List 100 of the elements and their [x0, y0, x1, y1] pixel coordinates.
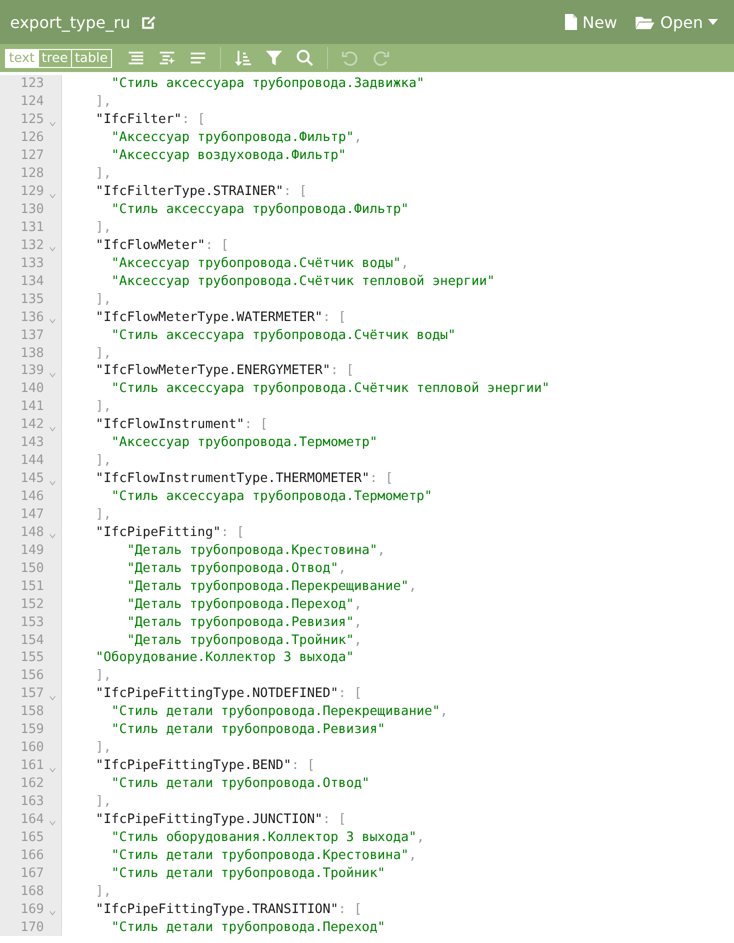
line-number: 128 — [20, 166, 44, 182]
line-number: 142 — [20, 417, 44, 432]
json-key: "IfcFilterType.STRAINER" — [96, 184, 284, 200]
line-number: 141 — [20, 399, 44, 414]
fold-toggle-icon[interactable] — [48, 426, 56, 432]
line-number: 148 — [20, 524, 44, 540]
json-string: "Деталь трубопровода.Ревизия" — [126, 614, 354, 630]
line-number: 138 — [20, 346, 44, 361]
line-number: 144 — [20, 453, 44, 468]
json-key: "IfcFilter" — [96, 112, 182, 128]
fold-toggle-icon[interactable] — [48, 694, 56, 701]
fold-toggle-icon[interactable] — [48, 766, 56, 773]
line-number: 143 — [20, 435, 44, 450]
json-string: "Деталь трубопровода.Переход" — [126, 596, 354, 612]
json-string: "Стиль детали трубопровода.Перекрещивание" — [111, 704, 440, 720]
json-punctuation: : [ — [322, 310, 346, 325]
line-number: 161 — [20, 758, 44, 774]
line-number: 146 — [20, 489, 44, 504]
json-string: "Аксессуар воздуховода.Фильтр" — [111, 148, 346, 164]
line-number: 127 — [20, 148, 44, 164]
line-number: 158 — [20, 704, 44, 720]
json-string: "Оборудование.Коллектор 3 выхода" — [96, 650, 354, 666]
json-string: "Стиль аксессуара трубопровода.Счётчик воды" — [111, 328, 456, 343]
json-punctuation: ], — [96, 668, 112, 684]
line-number: 125 — [20, 112, 44, 128]
edit-icon[interactable] — [140, 14, 158, 30]
json-punctuation: ], — [96, 399, 112, 414]
json-string: "Аксессуар трубопровода.Счётчик воды" — [111, 256, 401, 271]
line-number: 169 — [20, 902, 44, 917]
line-number: 168 — [20, 884, 44, 899]
fold-toggle-icon[interactable] — [48, 480, 56, 486]
json-punctuation: ], — [96, 884, 112, 899]
smart-format-icon[interactable] — [158, 49, 176, 67]
json-string: "Стиль детали трубопровода.Тройник" — [111, 866, 386, 881]
line-number: 155 — [20, 650, 44, 666]
fold-toggle-icon[interactable] — [48, 372, 56, 378]
json-punctuation: ], — [96, 94, 112, 110]
mode-tab[interactable]: table — [70, 50, 111, 66]
line-number: 163 — [20, 794, 44, 809]
line-number: 126 — [20, 130, 44, 146]
json-punctuation: ], — [96, 346, 112, 361]
line-number: 135 — [20, 292, 44, 307]
filter-icon[interactable] — [264, 49, 283, 67]
json-punctuation: : [ — [291, 758, 315, 774]
line-number: 165 — [20, 830, 44, 845]
fold-toggle-icon[interactable] — [48, 318, 56, 324]
line-number: 164 — [20, 812, 44, 827]
fold-toggle-icon[interactable] — [48, 820, 56, 826]
json-punctuation: : [ — [284, 184, 307, 200]
json-punctuation: : [ — [182, 112, 206, 128]
line-number: 134 — [20, 274, 44, 289]
mode-tab[interactable]: text — [6, 50, 38, 66]
json-punctuation: ], — [96, 506, 112, 522]
json-string: "Стиль аксессуара трубопровода.Задвижка" — [111, 76, 424, 92]
line-number: 124 — [20, 94, 44, 110]
json-punctuation: ], — [96, 166, 112, 182]
json-key: "IfcFlowInstrument" — [96, 417, 244, 432]
line-number: 157 — [20, 686, 44, 702]
json-punctuation: : [ — [244, 417, 268, 432]
fold-toggle-icon[interactable] — [48, 246, 56, 252]
json-string: "Стиль аксессуара трубопровода.Фильтр" — [111, 202, 409, 218]
json-punctuation: ], — [96, 220, 112, 235]
new-button[interactable]: New — [559, 12, 624, 32]
json-punctuation: : [ — [205, 238, 229, 253]
line-number: 139 — [20, 363, 44, 378]
json-punctuation: , — [354, 596, 362, 612]
json-punctuation: , — [400, 256, 409, 271]
caret-icon — [708, 19, 718, 25]
json-string: "Деталь трубопровода.Перекрещивание" — [126, 578, 409, 594]
fold-toggle-icon[interactable] — [48, 910, 56, 916]
search-icon[interactable] — [296, 49, 314, 67]
json-punctuation: , — [377, 542, 386, 558]
json-string: "Аксессуар трубопровода.Фильтр" — [111, 130, 354, 146]
format-icon[interactable] — [126, 49, 145, 67]
line-number: 132 — [20, 238, 44, 253]
json-punctuation: : [ — [322, 812, 346, 827]
mode-tab[interactable]: tree — [38, 50, 71, 66]
line-number: 137 — [20, 328, 44, 343]
fold-toggle-icon[interactable] — [48, 120, 56, 127]
json-string: "Стиль детали трубопровода.Ревизия" — [111, 722, 386, 738]
line-number: 159 — [20, 722, 44, 738]
json-key: "IfcPipeFittingType.JUNCTION" — [96, 812, 323, 827]
line-number: 151 — [20, 578, 44, 594]
json-punctuation: : [ — [338, 686, 362, 702]
fold-toggle-icon[interactable] — [48, 533, 56, 540]
file-icon — [565, 14, 578, 30]
json-key: "IfcFlowInstrumentType.THERMOMETER" — [96, 471, 370, 486]
line-number: 154 — [20, 632, 44, 648]
json-string: "Деталь трубопровода.Тройник" — [126, 632, 354, 648]
line-number: 153 — [20, 614, 44, 630]
line-number: 145 — [20, 471, 44, 486]
fold-toggle-icon[interactable] — [48, 192, 56, 199]
json-key: "IfcPipeFittingType.TRANSITION" — [96, 902, 338, 917]
json-punctuation: : [ — [220, 524, 244, 540]
json-string: "Деталь трубопровода.Крестовина" — [126, 542, 378, 558]
json-punctuation: , — [338, 560, 346, 576]
json-key: "IfcPipeFittingType.BEND" — [96, 758, 292, 774]
open-button[interactable]: Open — [629, 12, 724, 32]
sort-icon[interactable] — [234, 49, 252, 67]
line-number: 123 — [20, 76, 44, 92]
